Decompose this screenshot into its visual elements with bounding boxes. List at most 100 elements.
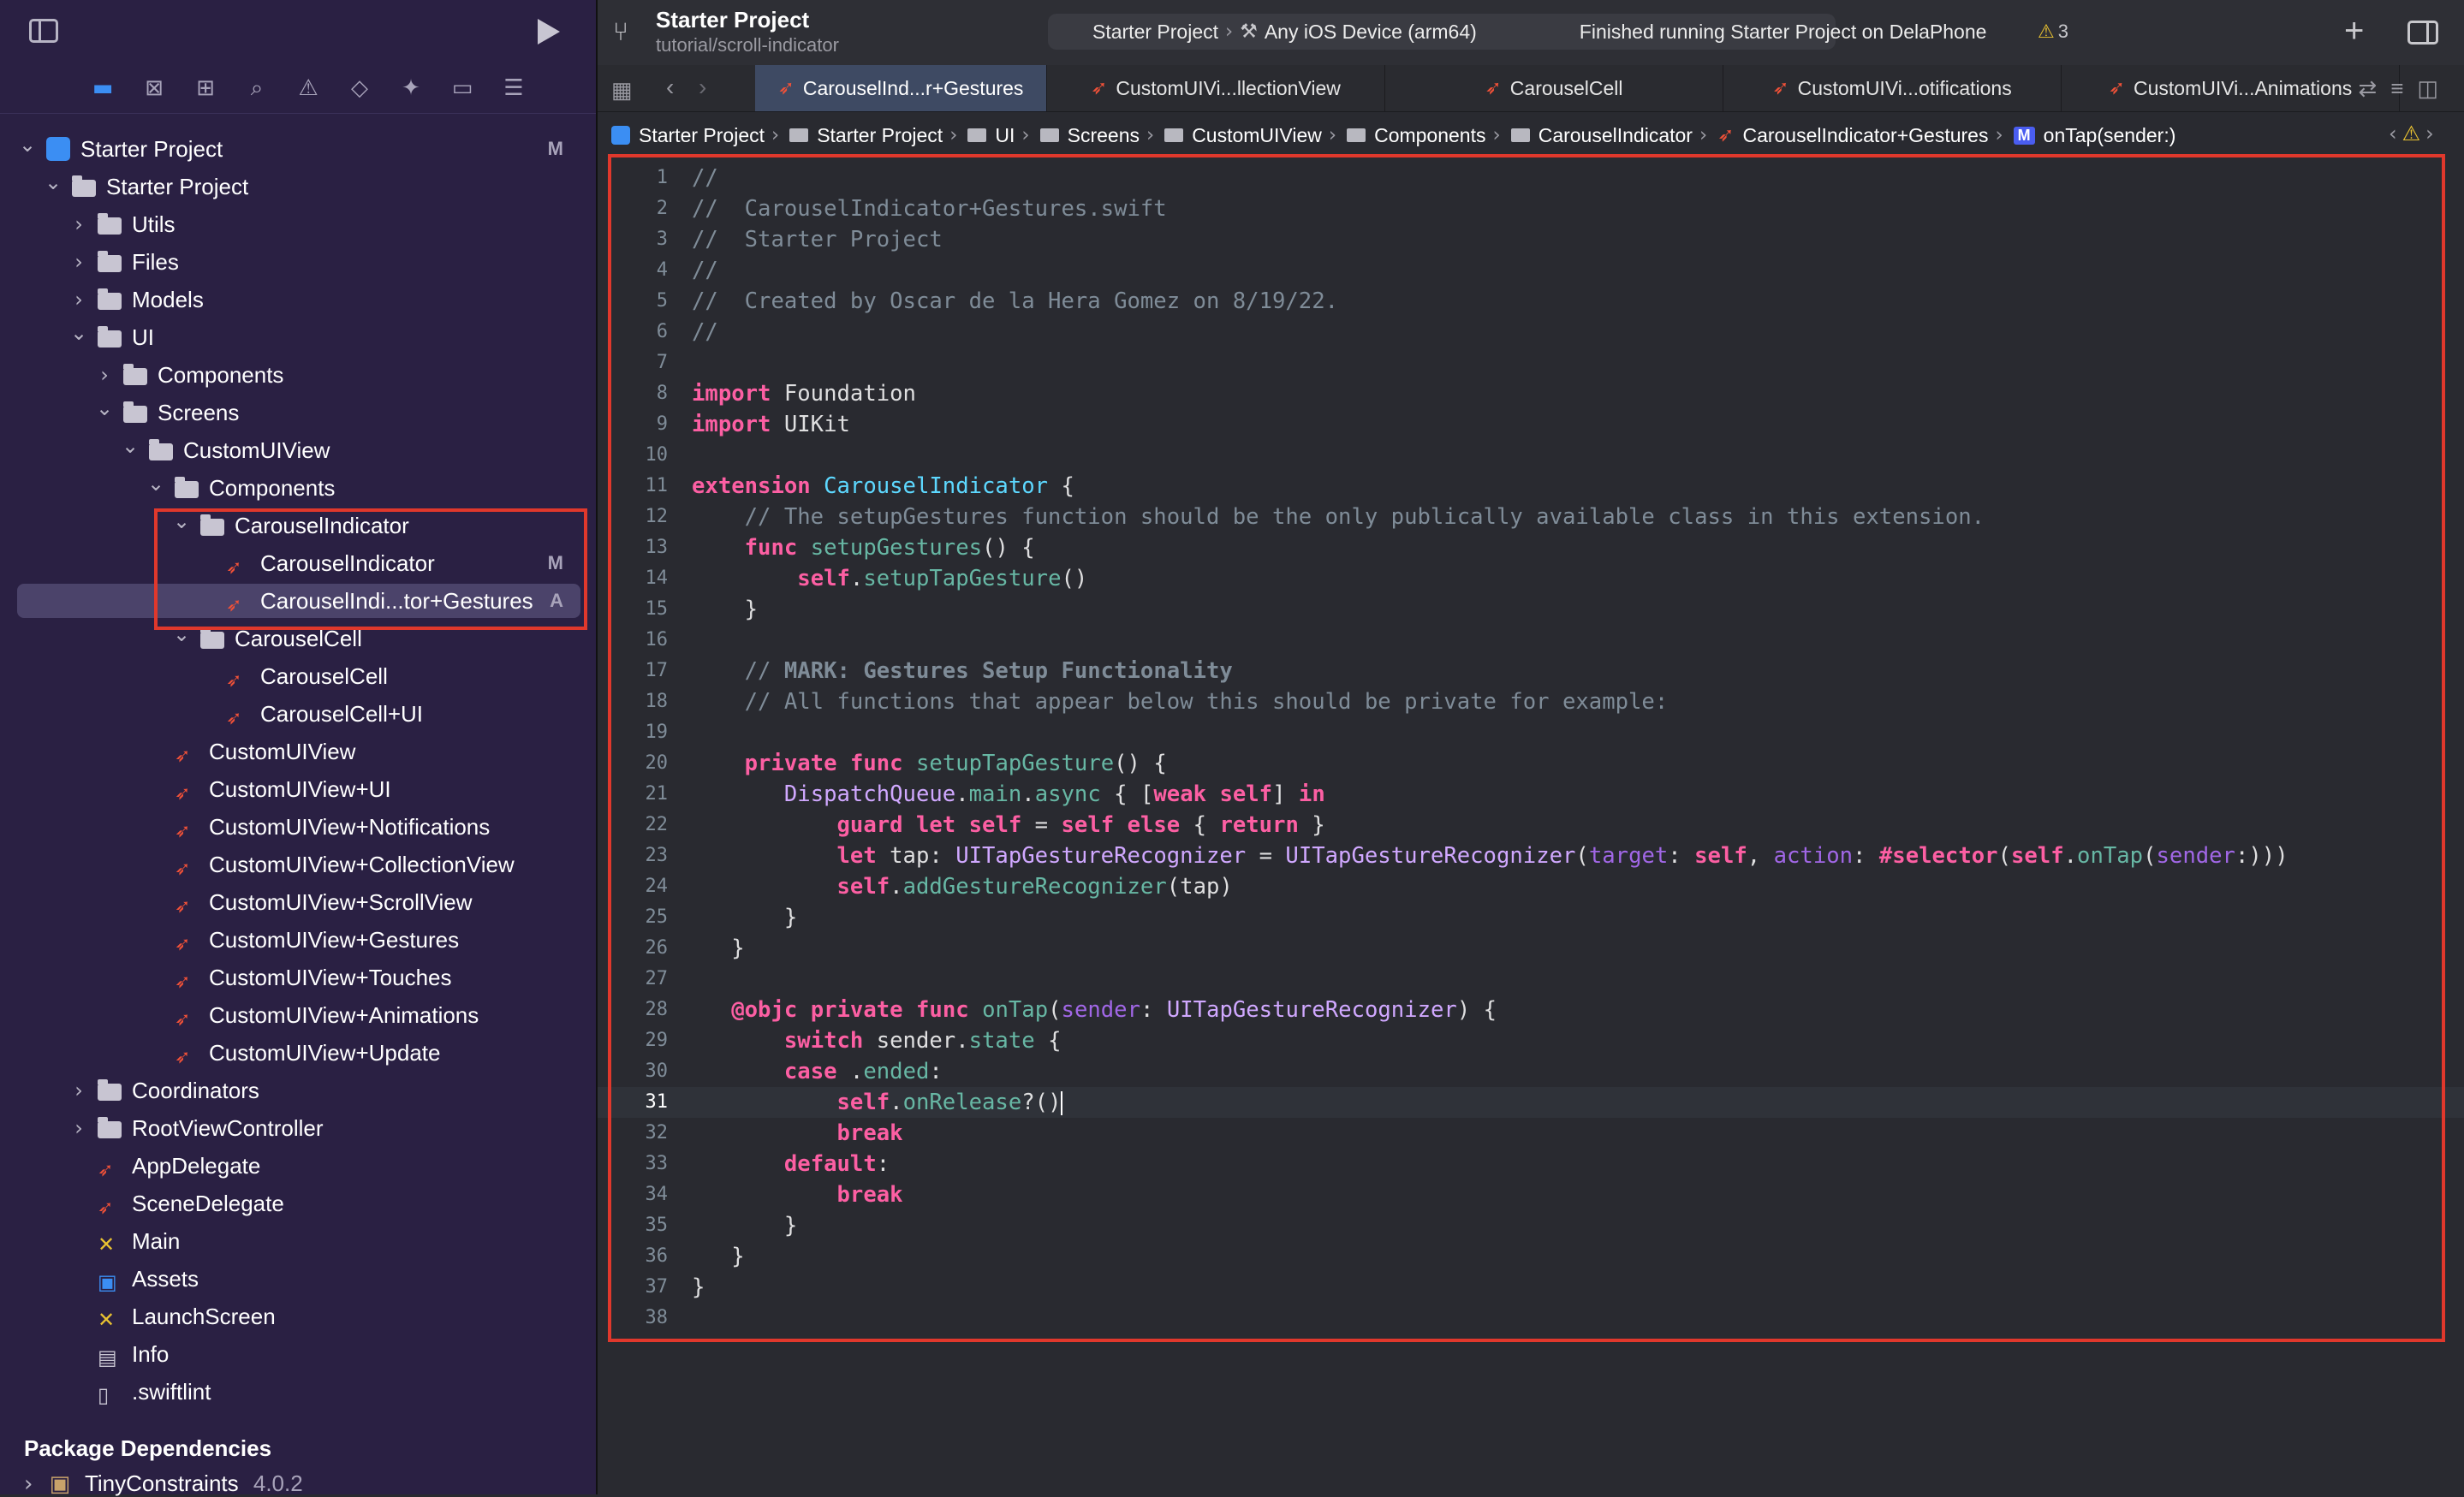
tree-row[interactable]: ➶ CustomUIView+Animations bbox=[0, 996, 596, 1034]
package-dependencies-title: Package Dependencies bbox=[24, 1435, 272, 1461]
folder-icon bbox=[98, 251, 125, 272]
asset-catalog-icon: ▣ bbox=[98, 1270, 117, 1294]
chevron-right-icon[interactable]: › bbox=[96, 363, 113, 387]
project-icon bbox=[611, 126, 630, 145]
tree-row[interactable]: ➶ CustomUIView+Notifications bbox=[0, 808, 596, 846]
tree-row[interactable]: › Components bbox=[0, 356, 596, 394]
issue-navigation[interactable]: ‹ ⚠ › bbox=[2389, 122, 2445, 146]
tree-row[interactable]: ⌄ Screens bbox=[0, 394, 596, 431]
tree-row[interactable]: ➶ CarouselCell bbox=[0, 657, 596, 695]
project-title[interactable]: Starter Project bbox=[656, 7, 809, 33]
chevron-down-icon[interactable]: ⌄ bbox=[45, 170, 62, 194]
breadcrumb-item[interactable]: UI bbox=[962, 124, 1015, 147]
debug-icon[interactable]: ✦ bbox=[385, 75, 437, 101]
scheme-status-bar[interactable]: Starter Project › ⚒ Any iOS Device (arm6… bbox=[1048, 14, 1986, 50]
tree-row[interactable]: ⌄ CustomUIView bbox=[0, 431, 596, 469]
breadcrumb-item[interactable]: CustomUIView bbox=[1159, 124, 1322, 147]
add-button[interactable]: + bbox=[2344, 12, 2364, 50]
editor-tab[interactable]: ➶ CarouselCell bbox=[1385, 65, 1723, 111]
tree-row[interactable]: ➶ CustomUIView+UI bbox=[0, 770, 596, 808]
folder-icon bbox=[98, 1079, 125, 1101]
find-icon[interactable]: ⌕ bbox=[231, 75, 283, 101]
chevron-right-icon[interactable]: › bbox=[70, 288, 87, 312]
tree-row[interactable]: ▯ .swiftlint bbox=[0, 1373, 596, 1411]
tree-row[interactable]: ⌄ Starter Project M bbox=[0, 130, 596, 168]
package-row[interactable]: › ▣ TinyConstraints 4.0.2 bbox=[24, 1470, 303, 1497]
breadcrumb-item[interactable]: MonTap(sender:) bbox=[2009, 124, 2175, 147]
breadcrumb-item[interactable]: Starter Project bbox=[784, 124, 943, 147]
next-issue-icon[interactable]: › bbox=[2425, 122, 2434, 146]
breadcrumb-label: UI bbox=[995, 123, 1015, 146]
sidebar-toggle-icon[interactable] bbox=[29, 19, 58, 43]
symbol-icon[interactable]: ⊞ bbox=[180, 75, 231, 101]
tree-row[interactable]: ⌄ UI bbox=[0, 318, 596, 356]
source-control-icon[interactable]: ⊠ bbox=[128, 75, 180, 101]
report-icon[interactable]: ☰ bbox=[488, 75, 539, 101]
chevron-down-icon[interactable]: ⌄ bbox=[122, 434, 139, 458]
tree-row[interactable]: ⌄ Starter Project bbox=[0, 168, 596, 205]
breadcrumb-label: Components bbox=[1374, 123, 1486, 146]
tree-row[interactable]: ⌄ Components bbox=[0, 469, 596, 507]
tree-row-label: CustomUIView bbox=[209, 738, 356, 764]
editor-tab[interactable]: ➶ CustomUIVi...Animations bbox=[2062, 65, 2400, 111]
breadcrumb-item[interactable]: Components bbox=[1342, 123, 1486, 147]
editor-tab[interactable]: ➶ CarouselInd...r+Gestures bbox=[755, 65, 1047, 111]
tree-row[interactable]: ✕ LaunchScreen bbox=[0, 1298, 596, 1335]
editor-tab[interactable]: ➶ CustomUIVi...otifications bbox=[1723, 65, 2062, 111]
package-version: 4.0.2 bbox=[253, 1470, 303, 1496]
tree-row[interactable]: ➶ CustomUIView+Update bbox=[0, 1034, 596, 1072]
breakpoint-icon[interactable]: ▭ bbox=[437, 75, 488, 101]
editor-tab[interactable]: ➶ CustomUIVi...llectionView bbox=[1047, 65, 1385, 111]
tree-row[interactable]: ✕ Main bbox=[0, 1222, 596, 1260]
issue-icon[interactable]: ⚠ bbox=[283, 75, 334, 101]
tree-row[interactable]: ➶ CustomUIView bbox=[0, 733, 596, 770]
previous-issue-icon[interactable]: ‹ bbox=[2389, 122, 2397, 146]
chevron-right-icon[interactable]: › bbox=[70, 212, 87, 236]
navigator-selector-bar: ▬ ⊠ ⊞ ⌕ ⚠ ◇ ✦ ▭ ☰ bbox=[77, 75, 539, 102]
forward-chevron-icon[interactable]: › bbox=[699, 74, 706, 101]
related-items-grid-icon[interactable]: ▦ bbox=[611, 77, 633, 104]
tree-row[interactable]: ➶ CustomUIView+Touches bbox=[0, 959, 596, 996]
breadcrumb-item[interactable]: Starter Project bbox=[598, 124, 765, 147]
editor-options-icons[interactable]: ⇄≡◫ bbox=[2358, 75, 2452, 102]
tree-row[interactable]: › Models bbox=[0, 281, 596, 318]
tree-row[interactable]: › RootViewController bbox=[0, 1109, 596, 1147]
branch-name[interactable]: tutorial/scroll-indicator bbox=[656, 34, 839, 56]
inspector-toggle-icon[interactable] bbox=[2407, 21, 2438, 45]
tree-row[interactable]: › Utils bbox=[0, 205, 596, 243]
chevron-down-icon[interactable]: ⌄ bbox=[147, 472, 164, 496]
back-chevron-icon[interactable]: ‹ bbox=[666, 74, 674, 101]
scheme-selector[interactable]: Starter Project bbox=[1092, 21, 1218, 44]
tree-row[interactable]: ➶ SceneDelegate bbox=[0, 1185, 596, 1222]
tree-row[interactable]: ➶ AppDelegate bbox=[0, 1147, 596, 1185]
tree-row[interactable]: › Files bbox=[0, 243, 596, 281]
breadcrumb-item[interactable]: Screens bbox=[1035, 124, 1140, 147]
chevron-down-icon[interactable]: ⌄ bbox=[96, 396, 113, 420]
tree-row-label: Assets bbox=[132, 1265, 199, 1292]
chevron-right-icon[interactable]: › bbox=[70, 1116, 87, 1140]
chevron-right-icon[interactable]: › bbox=[24, 1471, 33, 1497]
tree-row[interactable]: › Coordinators bbox=[0, 1072, 596, 1109]
tree-row[interactable]: ➶ CustomUIView+ScrollView bbox=[0, 883, 596, 921]
scm-status-badge: M bbox=[547, 138, 563, 159]
chevron-right-icon[interactable]: › bbox=[70, 250, 87, 274]
tree-row[interactable]: ➶ CustomUIView+CollectionView bbox=[0, 846, 596, 883]
tree-row[interactable]: ➶ CustomUIView+Gestures bbox=[0, 921, 596, 959]
tree-row[interactable]: ➶ CarouselCell+UI bbox=[0, 695, 596, 733]
tree-row-label: CustomUIView+CollectionView bbox=[209, 851, 515, 877]
run-button[interactable] bbox=[538, 19, 560, 45]
destination-selector[interactable]: Any iOS Device (arm64) bbox=[1265, 21, 1477, 44]
warning-indicator[interactable]: ⚠ 3 bbox=[2038, 21, 2068, 43]
tree-row[interactable]: ▤ Info bbox=[0, 1335, 596, 1373]
storyboard-icon: ✕ bbox=[98, 1308, 116, 1332]
chevron-down-icon[interactable]: ⌄ bbox=[70, 321, 87, 345]
tree-row[interactable]: ▣ Assets bbox=[0, 1260, 596, 1298]
chevron-down-icon[interactable]: ⌄ bbox=[19, 133, 36, 157]
test-icon[interactable]: ◇ bbox=[334, 75, 385, 101]
folder-icon[interactable]: ▬ bbox=[77, 75, 128, 101]
breadcrumb-item[interactable]: CarouselIndicator bbox=[1506, 124, 1693, 147]
breadcrumb-item[interactable]: ➶ CarouselIndicator+Gestures bbox=[1712, 124, 1988, 147]
tree-row-label: CustomUIView+UI bbox=[209, 775, 391, 802]
chevron-right-icon[interactable]: › bbox=[70, 1078, 87, 1102]
branch-icon[interactable]: ⑂ bbox=[613, 17, 637, 47]
